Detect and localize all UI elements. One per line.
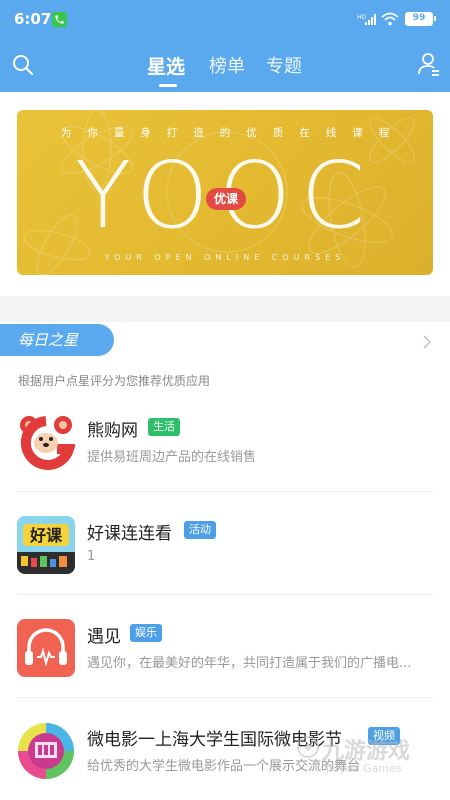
app-description: 1 (87, 549, 96, 564)
status-bar: 6:07 HD 99 (0, 0, 450, 38)
section-description: 根据用户点星评分为您推荐优质应用 (18, 374, 211, 388)
app-header: 6:07 HD 99 星选 榜单 专题 (0, 0, 450, 92)
category-badge: 生活 (148, 418, 180, 436)
list-divider (17, 697, 433, 698)
banner-tagline: YOUR OPEN ONLINE COURSES (104, 253, 346, 262)
wifi-icon (381, 11, 399, 30)
list-divider (17, 594, 433, 595)
phone-call-icon (52, 12, 67, 27)
film-reel-icon (17, 722, 75, 780)
cell-signal-icon: HD (357, 11, 377, 30)
watermark: 九游游戏 Jiuyou Games (296, 733, 446, 793)
tab-rankings[interactable]: 榜单 (209, 52, 245, 78)
tab-topics[interactable]: 专题 (266, 52, 302, 78)
category-badge: 娱乐 (130, 624, 162, 642)
promo-banner[interactable]: 为你量身打造的优质在线课程 YOOC 优课 YOUR OPEN ONLINE C… (17, 110, 433, 275)
svg-text:HD: HD (357, 14, 367, 21)
list-divider (17, 491, 433, 492)
haoke-icon: 好课 (17, 516, 75, 574)
active-tab-indicator (159, 84, 177, 87)
list-item[interactable]: 好课 好课连连看 活动 1 (0, 516, 450, 619)
section-divider (0, 296, 450, 322)
category-badge: 活动 (184, 521, 216, 539)
banner-slogan: 为你量身打造的优质在线课程 (60, 127, 406, 139)
top-nav: 星选 榜单 专题 (0, 38, 450, 92)
tab-featured[interactable]: 星选 (147, 52, 185, 79)
bear-icon (17, 413, 75, 471)
app-name: 熊购网 (87, 421, 138, 441)
user-settings-icon[interactable] (417, 52, 441, 82)
section-title: 每日之星 (0, 324, 114, 356)
app-name: 遇见 (87, 627, 121, 647)
list-item[interactable]: 遇见 娱乐 遇见你，在最美好的年华，共同打造属于我们的广播电... (0, 619, 450, 722)
watermark-subtitle: Jiuyou Games (326, 762, 402, 775)
watermark-title: 九游游戏 (322, 739, 411, 764)
status-time: 6:07 (14, 10, 52, 28)
chevron-right-icon[interactable] (422, 334, 432, 354)
headphones-icon (17, 619, 75, 677)
nav-tabs: 星选 榜单 专题 (0, 38, 450, 92)
app-description: 遇见你，在最美好的年华，共同打造属于我们的广播电... (87, 656, 412, 671)
app-name: 好课连连看 (87, 524, 172, 544)
app-description: 提供易班周边产品的在线销售 (87, 450, 257, 465)
watermark-logo-icon (297, 736, 319, 758)
svg-text:好课: 好课 (29, 526, 63, 545)
list-item[interactable]: 熊购网 生活 提供易班周边产品的在线销售 (0, 413, 450, 516)
battery-icon: 99 (405, 12, 436, 26)
banner-badge: 优课 (206, 188, 246, 210)
